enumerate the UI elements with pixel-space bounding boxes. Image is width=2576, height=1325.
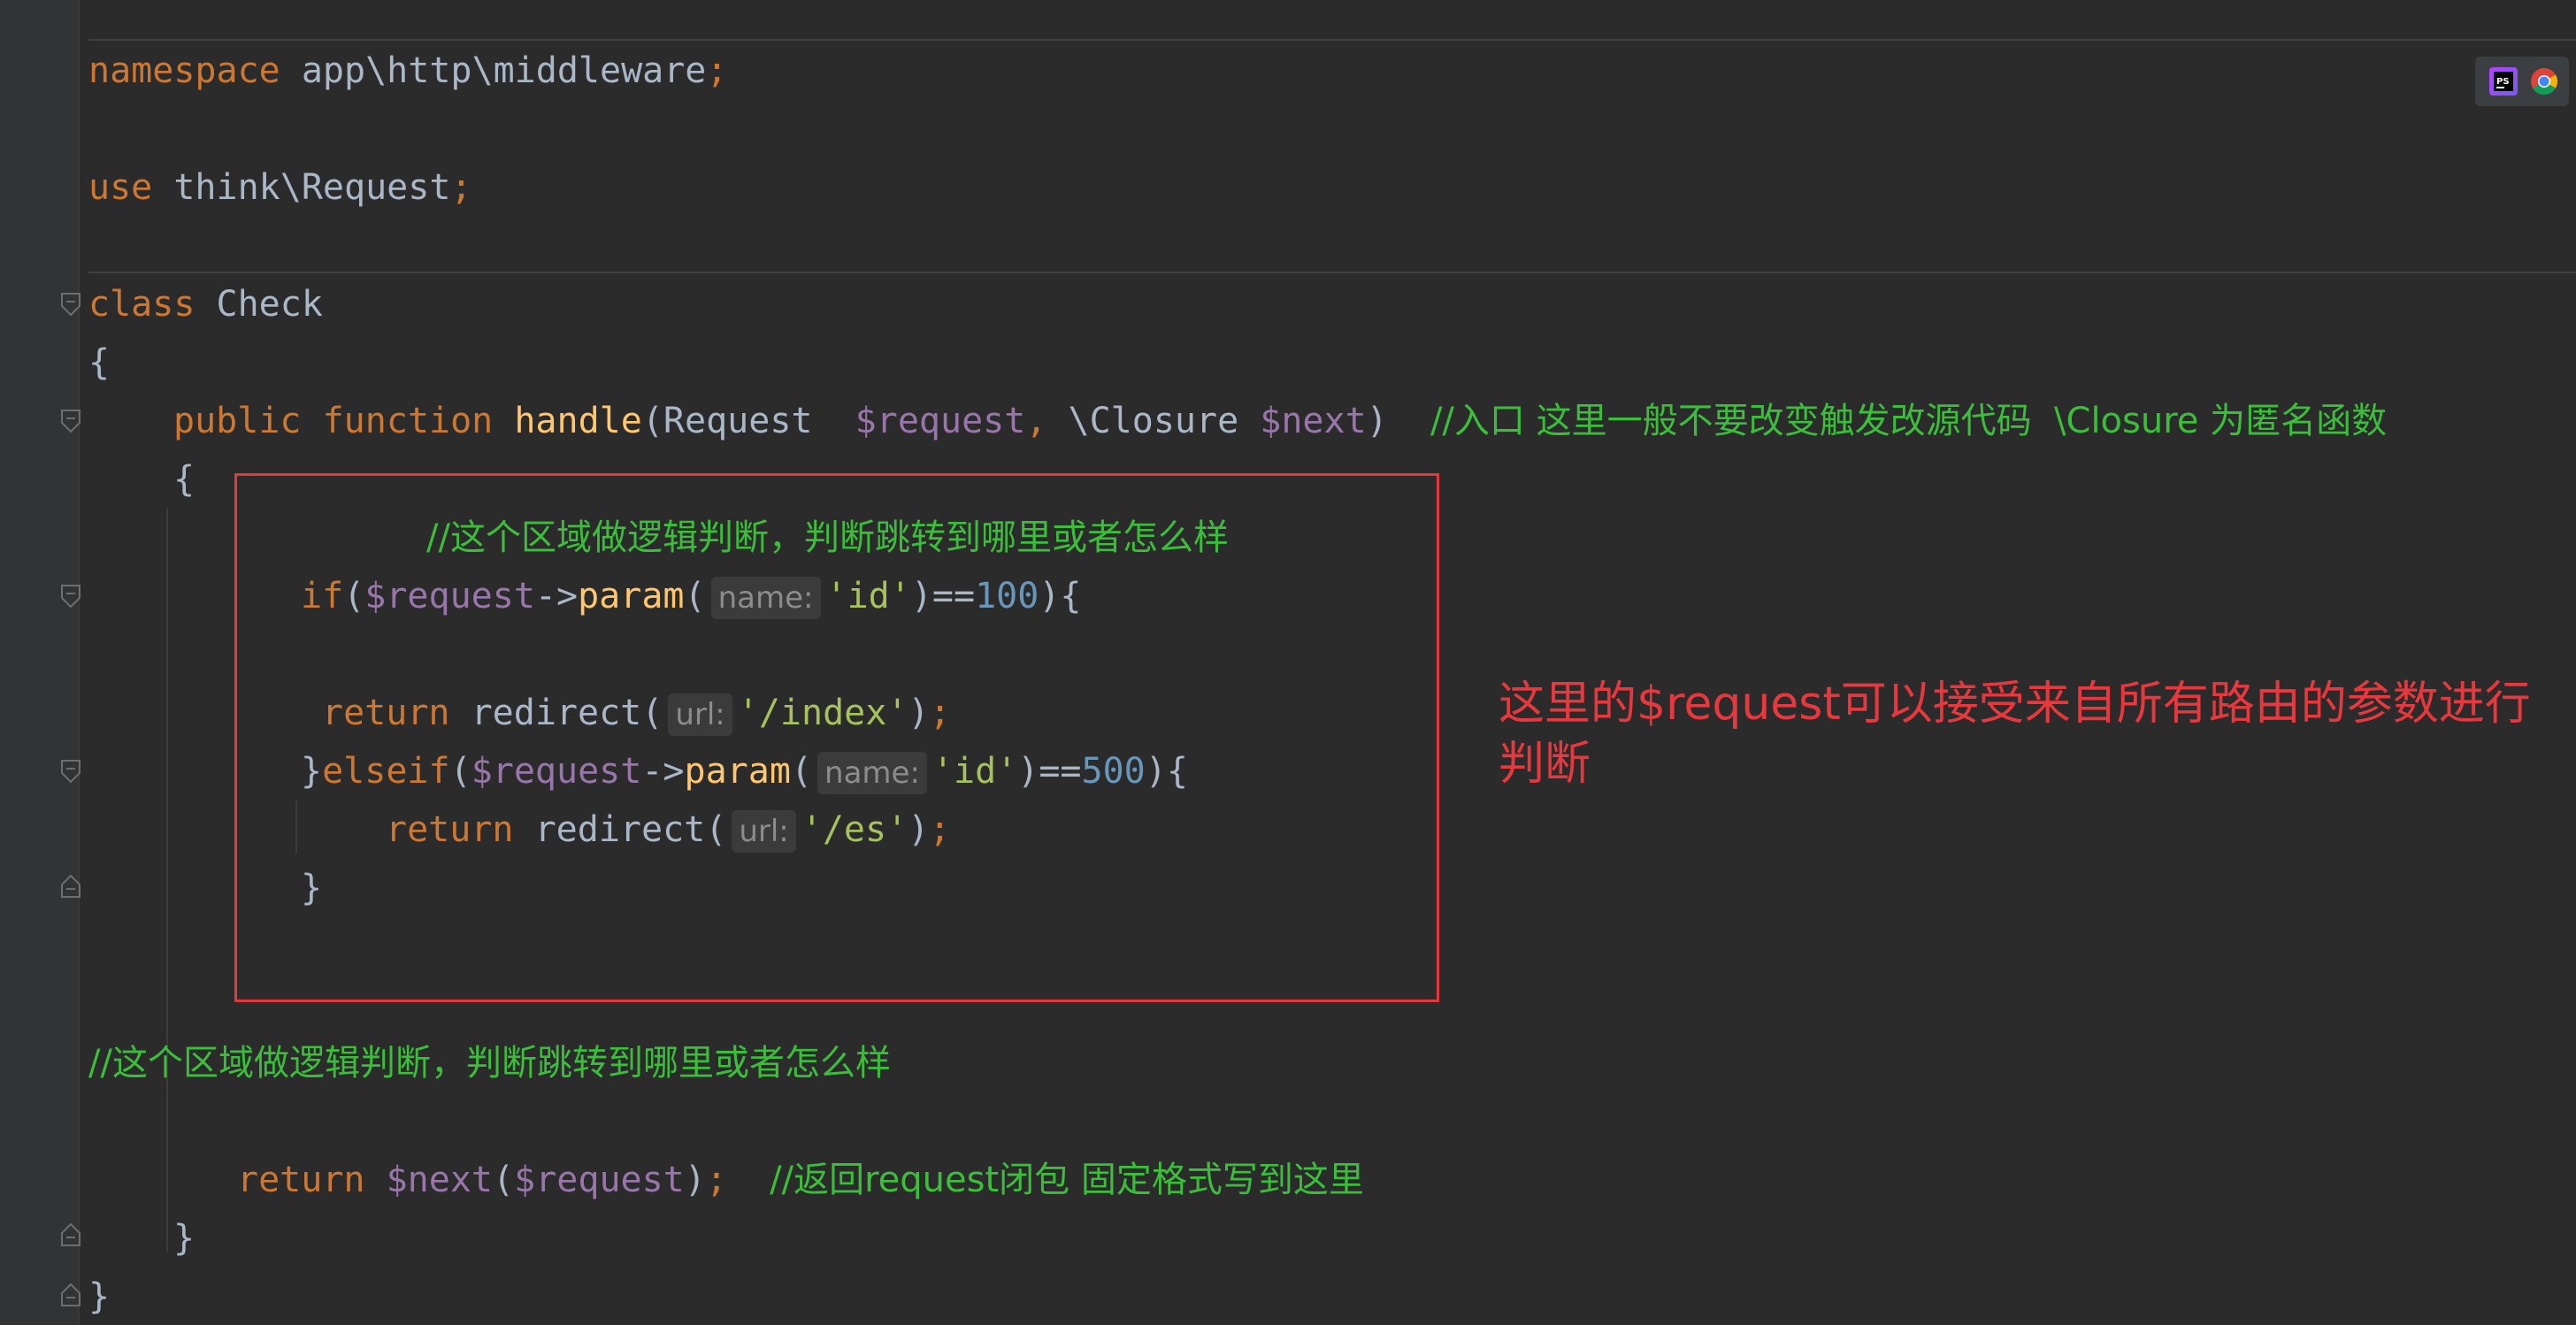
code-line-class[interactable]: class Check	[88, 278, 323, 331]
code-line-use[interactable]: use think\Request;	[88, 161, 472, 214]
var-request: $request	[855, 401, 1026, 441]
paren: (	[493, 1160, 515, 1200]
comment-return-closure: //返回request闭包 固定格式写到这里	[770, 1160, 1364, 1200]
keyword-class: class	[88, 284, 196, 325]
fold-end-marker-icon[interactable]	[60, 1222, 81, 1247]
code-line-handle[interactable]: public function handle(Request $request,…	[173, 394, 2387, 448]
fold-marker-icon[interactable]	[60, 409, 81, 433]
annotation-line-2: 判断	[1499, 738, 1591, 791]
fold-marker-icon[interactable]	[60, 584, 81, 609]
code-line-method-close[interactable]: }	[173, 1212, 195, 1265]
section-separator	[88, 272, 2576, 273]
fold-marker-icon[interactable]	[60, 292, 81, 317]
code-line-comment-logic-2[interactable]: //这个区域做逻辑判断，判断跳转到哪里或者怎么样	[88, 1037, 891, 1090]
function-name: handle	[514, 401, 642, 441]
editor-gutter	[0, 0, 80, 1325]
svg-text:PS: PS	[2496, 77, 2510, 87]
fold-end-marker-icon[interactable]	[60, 874, 81, 899]
params-closure: \Closure	[1046, 401, 1261, 441]
section-separator	[88, 39, 2576, 41]
keyword-public: public	[173, 401, 302, 441]
var-next: $next	[386, 1160, 494, 1200]
chrome-icon[interactable]	[2530, 67, 2558, 96]
var-request: $request	[514, 1160, 685, 1200]
comma: ,	[1025, 401, 1047, 441]
browser-icons-bar: PS	[2475, 57, 2569, 106]
keyword-use: use	[88, 167, 153, 208]
brace: {	[173, 459, 196, 500]
comment-logic-area: //这个区域做逻辑判断，判断跳转到哪里或者怎么样	[88, 1043, 891, 1084]
use-path: think\Request	[152, 167, 451, 208]
class-name: Check	[195, 284, 323, 325]
fold-end-marker-icon[interactable]	[60, 1283, 81, 1307]
code-line-class-close[interactable]: }	[88, 1270, 110, 1323]
annotation-text: 这里的$request可以接受来自所有路由的参数进行 判断	[1499, 674, 2542, 794]
code-line-return-next[interactable]: return $next($request); //返回request闭包 固定…	[237, 1153, 1364, 1206]
keyword-function: function	[322, 401, 494, 441]
params-close: )	[1366, 401, 1388, 441]
semicolon: ;	[450, 167, 472, 208]
comment-entry: //入口 这里一般不要改变触发改源代码 \Closure 为匿名函数	[1430, 401, 2388, 441]
keyword-return: return	[237, 1160, 365, 1200]
phpstorm-icon[interactable]: PS	[2489, 67, 2518, 96]
indent-guide	[166, 509, 168, 1252]
code-line-method-open-brace[interactable]: {	[173, 453, 195, 506]
code-line-namespace[interactable]: namespace app\http\middleware;	[88, 44, 727, 97]
semicolon: ;	[706, 50, 728, 91]
namespace-path: app\http\middleware	[280, 50, 707, 91]
var-next: $next	[1260, 401, 1367, 441]
paren: )	[684, 1160, 706, 1200]
semicolon: ;	[705, 1160, 727, 1200]
annotation-line-1: 这里的$request可以接受来自所有路由的参数进行	[1499, 678, 2531, 731]
highlight-box	[234, 473, 1439, 1002]
brace: {	[88, 342, 111, 383]
fold-marker-icon[interactable]	[60, 759, 81, 784]
brace: }	[88, 1276, 111, 1317]
params-open: (Request	[641, 401, 855, 441]
keyword-namespace: namespace	[88, 50, 280, 91]
brace: }	[173, 1218, 196, 1259]
code-line-class-open-brace[interactable]: {	[88, 336, 110, 389]
